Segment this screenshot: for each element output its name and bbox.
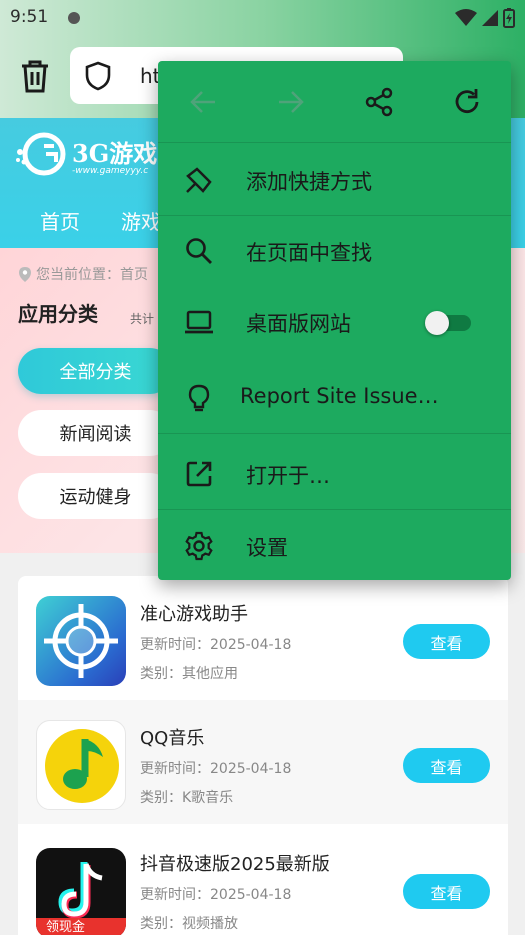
menu-item-report-site-issue[interactable]: Report Site Issue… <box>158 362 511 434</box>
cash-badge-text: 领现金 <box>46 920 86 935</box>
menu-item-settings[interactable]: 设置 <box>158 510 511 582</box>
menu-item-label: 在页面中查找 <box>246 241 372 265</box>
trash-icon[interactable] <box>18 58 52 94</box>
app-category: 类别：K歌音乐 <box>140 790 234 806</box>
menu-item-label: 添加快捷方式 <box>246 170 372 194</box>
app-category: 类别：视频播放 <box>140 916 238 932</box>
menu-item-desktop-site[interactable]: 桌面版网站 <box>158 286 511 358</box>
wifi-icon <box>455 9 477 26</box>
reload-icon[interactable] <box>452 87 482 117</box>
list-item[interactable]: 准心游戏助手 更新时间：2025-04-18 类别：其他应用 查看 <box>18 576 508 700</box>
back-icon[interactable] <box>188 87 218 117</box>
menu-item-add-shortcut[interactable]: 添加快捷方式 <box>158 144 511 216</box>
menu-nav-row <box>158 61 511 143</box>
share-icon[interactable] <box>364 87 394 117</box>
app-list: 准心游戏助手 更新时间：2025-04-18 类别：其他应用 查看 QQ音乐 更… <box>18 576 508 935</box>
menu-item-label: 设置 <box>246 536 288 560</box>
breadcrumb-text: 您当前位置：首页 <box>36 267 148 283</box>
app-name[interactable]: 准心游戏助手 <box>140 600 248 626</box>
signal-icon <box>482 10 498 26</box>
pill-news-reading[interactable]: 新闻阅读 <box>18 410 173 456</box>
open-external-icon <box>186 461 212 487</box>
browser-menu: 添加快捷方式 在页面中查找 桌面版网站 Report Site Issue… 打… <box>158 61 511 580</box>
site-logo[interactable]: 3G游戏 -www.gameyyy.c <box>14 132 164 182</box>
nav-item-games[interactable]: 游戏 <box>121 206 161 235</box>
crosshair-icon <box>44 604 118 678</box>
status-time: 9:51 <box>10 7 49 27</box>
view-button[interactable]: 查看 <box>403 748 490 783</box>
view-button[interactable]: 查看 <box>403 624 490 659</box>
add-shortcut-icon <box>186 167 212 193</box>
app-icon-douyin[interactable]: 领现金 <box>36 848 126 935</box>
cash-badge: 领现金 <box>36 918 126 935</box>
search-icon <box>186 238 212 264</box>
logo-subtitle: -www.gameyyy.c <box>72 166 149 176</box>
view-button[interactable]: 查看 <box>403 874 490 909</box>
list-item[interactable]: QQ音乐 更新时间：2025-04-18 类别：K歌音乐 查看 <box>18 700 508 824</box>
app-updated: 更新时间：2025-04-18 <box>140 637 292 653</box>
battery-icon <box>503 8 515 28</box>
menu-item-label: 打开于… <box>246 464 330 488</box>
list-item[interactable]: 领现金 抖音极速版2025最新版 更新时间：2025-04-18 类别：视频播放… <box>18 826 508 935</box>
logo-text: 3G游戏 <box>72 139 158 168</box>
location-pin-icon <box>19 267 31 282</box>
toggle-thumb <box>425 311 449 335</box>
logo-mark-icon <box>16 132 66 176</box>
music-note-icon <box>45 729 119 803</box>
app-icon-crosshair[interactable] <box>36 596 126 686</box>
nav-item-home[interactable]: 首页 <box>40 206 80 235</box>
app-name[interactable]: QQ音乐 <box>140 724 204 750</box>
system-icons <box>455 8 515 28</box>
menu-item-label: Report Site Issue… <box>240 384 439 408</box>
app-icon-qq-music[interactable] <box>36 720 126 810</box>
app-updated: 更新时间：2025-04-18 <box>140 761 292 777</box>
breadcrumb: 您当前位置：首页 <box>18 264 148 284</box>
shield-icon[interactable] <box>84 61 112 91</box>
status-bar: 9:51 <box>0 0 525 36</box>
gear-icon <box>185 531 213 561</box>
category-count: 共计 <box>130 312 155 326</box>
menu-item-label: 桌面版网站 <box>246 312 351 336</box>
desktop-site-toggle[interactable] <box>425 311 471 335</box>
app-updated: 更新时间：2025-04-18 <box>140 887 292 903</box>
app-name[interactable]: 抖音极速版2025最新版 <box>140 850 330 876</box>
pill-all-categories[interactable]: 全部分类 <box>18 348 173 394</box>
menu-item-find-in-page[interactable]: 在页面中查找 <box>158 215 511 287</box>
category-title: 应用分类 <box>18 298 122 329</box>
laptop-icon <box>185 310 213 334</box>
notification-dot-icon <box>68 12 80 24</box>
pill-sports-fitness[interactable]: 运动健身 <box>18 473 173 519</box>
forward-icon[interactable] <box>276 87 306 117</box>
menu-item-open-in[interactable]: 打开于… <box>158 438 511 510</box>
lightbulb-icon <box>188 384 210 412</box>
app-category: 类别：其他应用 <box>140 666 238 682</box>
